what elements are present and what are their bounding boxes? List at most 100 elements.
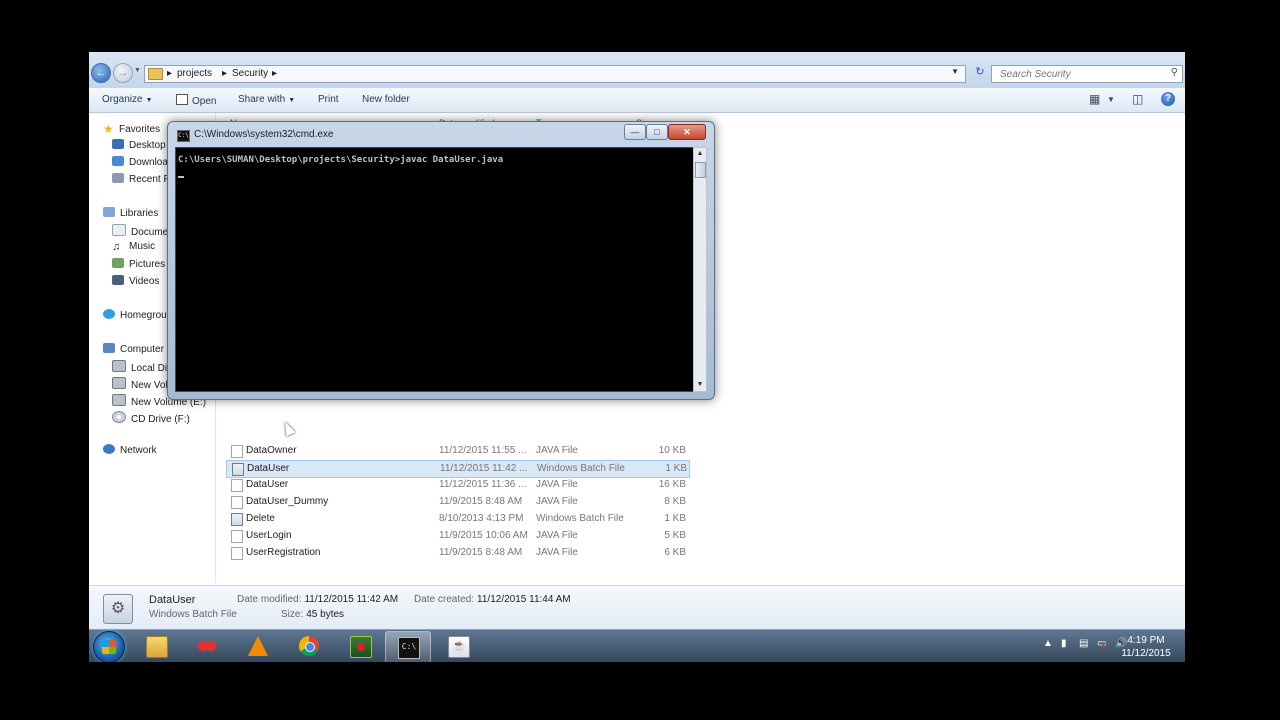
- java-file-icon: [231, 445, 243, 458]
- file-row[interactable]: Delete 8/10/2013 4:13 PM Windows Batch Fil…: [226, 511, 688, 527]
- music-icon: ♫: [112, 241, 121, 253]
- recent-pages-dropdown-icon[interactable]: ▼: [134, 67, 141, 74]
- file-type: Windows Batch File: [536, 513, 624, 524]
- open-button[interactable]: Open: [176, 94, 216, 107]
- taskbar-vlc[interactable]: [236, 631, 280, 661]
- show-hidden-icons-icon[interactable]: ▲: [1043, 638, 1053, 649]
- cmd-window-title: C:\Windows\system32\cmd.exe: [194, 129, 334, 140]
- start-button[interactable]: [93, 631, 125, 662]
- preview-pane-icon[interactable]: ◫: [1132, 92, 1143, 106]
- nav-desktop[interactable]: Desktop: [112, 139, 166, 151]
- tray-device-icon[interactable]: ▮: [1061, 638, 1067, 649]
- breadcrumb-separator-icon[interactable]: ▸: [167, 67, 172, 81]
- application-icon: [350, 636, 372, 658]
- search-box[interactable]: ⚲: [991, 65, 1183, 83]
- nav-libraries[interactable]: Libraries: [103, 207, 158, 219]
- new-folder-button[interactable]: New folder: [362, 94, 410, 105]
- command-bar: Organize ▼ Open Share with ▼ Print New fol…: [89, 88, 1185, 113]
- file-name: DataUser_Dummy: [246, 496, 329, 507]
- nav-pictures[interactable]: Pictures: [112, 258, 165, 270]
- close-button[interactable]: ✕: [668, 124, 706, 140]
- clock[interactable]: 4:19 PM 11/12/2015: [1121, 634, 1171, 660]
- file-type: JAVA File: [536, 496, 578, 507]
- java-file-icon: [231, 547, 243, 560]
- cmd-output-line: C:\Users\SUMAN\Desktop\projects\Security…: [178, 155, 504, 165]
- tray-network-icon[interactable]: ▤: [1079, 638, 1088, 649]
- star-icon: ★: [103, 122, 114, 136]
- share-with-label: Share with: [238, 94, 286, 105]
- maximize-button[interactable]: □: [646, 124, 668, 140]
- address-dropdown-icon[interactable]: ▼: [951, 67, 959, 76]
- nav-network[interactable]: Network: [103, 444, 157, 456]
- cmd-scrollbar[interactable]: ▲ ▼: [693, 147, 707, 392]
- file-row[interactable]: DataUser 11/12/2015 11:36 ... JAVA File 16 …: [226, 477, 688, 493]
- file-row[interactable]: UserRegistration 11/9/2015 8:48 AM JAVA Fi…: [226, 545, 688, 561]
- view-options-dropdown-icon[interactable]: ▼: [1107, 95, 1115, 104]
- breadcrumb-separator-icon[interactable]: ▸: [272, 67, 277, 81]
- change-view-icon[interactable]: ▦: [1089, 92, 1100, 106]
- taskbar-app-infinity[interactable]: [185, 631, 229, 661]
- scroll-down-icon[interactable]: ▼: [694, 379, 706, 391]
- refresh-icon[interactable]: ↻: [971, 65, 989, 81]
- taskbar-app-green[interactable]: [338, 631, 382, 661]
- nav-documents-label: Documer: [131, 227, 172, 238]
- print-button[interactable]: Print: [318, 94, 339, 105]
- hard-disk-icon: [112, 394, 126, 406]
- nav-videos[interactable]: Videos: [112, 275, 159, 287]
- minimize-button[interactable]: —: [624, 124, 646, 140]
- command-prompt-icon: C:\: [177, 130, 190, 142]
- share-with-button[interactable]: Share with ▼: [238, 94, 295, 105]
- nav-music-label: Music: [129, 241, 156, 252]
- java-file-icon: [231, 496, 243, 509]
- organize-button[interactable]: Organize ▼: [102, 94, 153, 105]
- help-icon[interactable]: ?: [1161, 92, 1175, 106]
- file-date-modified: 11/12/2015 11:42 ...: [440, 463, 528, 474]
- network-icon: [103, 444, 115, 454]
- nav-cd-drive[interactable]: CD Drive (F:): [112, 411, 190, 425]
- nav-recent-places[interactable]: Recent Pl: [112, 173, 172, 185]
- details-date-modified: Date modified: 11/12/2015 11:42 AM: [237, 594, 398, 605]
- file-name: DataUser: [247, 463, 290, 474]
- taskbar-cmd[interactable]: C:\: [385, 631, 431, 662]
- file-date-modified: 11/12/2015 11:55 ...: [439, 445, 527, 456]
- nav-computer[interactable]: Computer: [103, 343, 164, 355]
- cmd-console[interactable]: C:\Users\SUMAN\Desktop\projects\Security…: [175, 147, 694, 392]
- nav-downloads[interactable]: Download: [112, 156, 173, 168]
- nav-documents[interactable]: Documer: [112, 224, 172, 238]
- chevron-down-icon: ▼: [145, 97, 153, 104]
- address-box[interactable]: ▸ projects ▸ Security ▸ ▼: [144, 65, 966, 83]
- command-prompt-icon: C:\: [398, 637, 420, 659]
- date-created-label: Date created:: [414, 594, 475, 605]
- details-pane: ⚙ DataUser Windows Batch File Date modif…: [89, 585, 1185, 631]
- nav-new-volume-d[interactable]: New Volu: [112, 377, 173, 391]
- file-row[interactable]: DataUser_Dummy 11/9/2015 8:48 AM JAVA File…: [226, 494, 688, 510]
- file-type: JAVA File: [536, 530, 578, 541]
- organize-label: Organize: [102, 94, 143, 105]
- batch-file-icon: ⚙: [103, 594, 133, 624]
- nav-homegroup[interactable]: Homegrou: [103, 309, 167, 321]
- scroll-up-icon[interactable]: ▲: [694, 148, 706, 160]
- breadcrumb-projects[interactable]: projects: [177, 67, 212, 81]
- file-type: JAVA File: [536, 547, 578, 558]
- homegroup-icon: [103, 309, 115, 319]
- taskbar-chrome[interactable]: [287, 631, 331, 661]
- taskbar-java[interactable]: ☕: [436, 631, 480, 661]
- back-button[interactable]: ←: [91, 63, 111, 83]
- cd-drive-icon: [112, 411, 126, 423]
- breadcrumb-security[interactable]: Security: [232, 67, 268, 81]
- file-row[interactable]: UserLogin 11/9/2015 10:06 AM JAVA File 5 KB: [226, 528, 688, 544]
- search-input[interactable]: [998, 66, 1162, 82]
- file-size: 16 KB: [658, 479, 686, 490]
- nav-music[interactable]: ♫ Music: [112, 241, 156, 253]
- date-modified-label: Date modified:: [237, 594, 302, 605]
- hard-disk-icon: [112, 377, 126, 389]
- file-row[interactable]: DataUser 11/12/2015 11:42 ... Windows Batc…: [226, 460, 690, 478]
- taskbar-explorer[interactable]: [134, 631, 178, 661]
- file-row[interactable]: DataOwner 11/12/2015 11:55 ... JAVA File 10…: [226, 443, 688, 459]
- file-size: 5 KB: [664, 530, 686, 541]
- scroll-thumb[interactable]: [695, 162, 706, 178]
- nav-favorites[interactable]: ★ Favorites: [103, 122, 160, 136]
- cmd-window[interactable]: C:\ C:\Windows\system32\cmd.exe — □ ✕ C:…: [167, 121, 715, 400]
- breadcrumb-separator-icon[interactable]: ▸: [222, 67, 227, 81]
- forward-button[interactable]: →: [113, 63, 133, 83]
